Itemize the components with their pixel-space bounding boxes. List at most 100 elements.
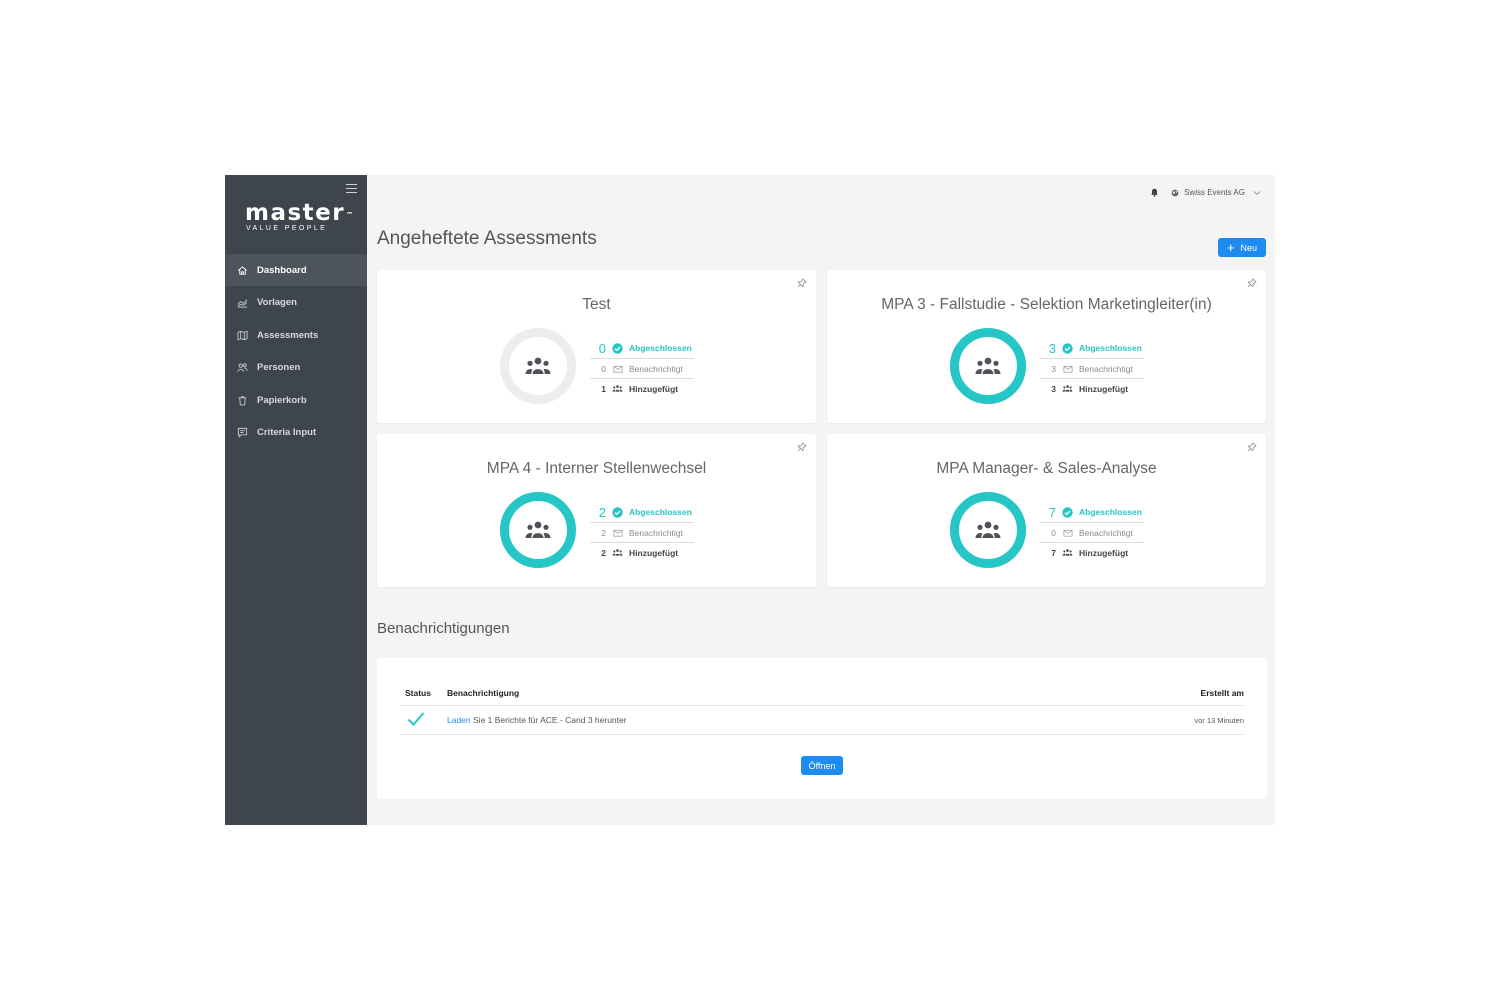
table-header-row: Status Benachrichtigung Erstellt am	[400, 681, 1244, 706]
group-small-icon	[1062, 547, 1073, 558]
added-label: Hinzugefügt	[1079, 383, 1129, 394]
notified-count: 2	[601, 527, 606, 538]
group-icon	[525, 357, 551, 374]
pin-icon[interactable]	[797, 442, 807, 452]
stat-added: 3 Hinzugefügt	[1040, 379, 1144, 398]
card-title[interactable]: MPA Manager- & Sales-Analyse	[827, 460, 1266, 478]
sidebar-item-label: Dashboard	[257, 264, 307, 276]
download-link[interactable]: Laden	[447, 715, 471, 725]
completed-count: 2	[598, 504, 606, 520]
sidebar-item-assessments[interactable]: Assessments	[225, 319, 367, 351]
plus-icon: +	[1226, 239, 1235, 255]
brand-logo[interactable]: master™ VALUE PEOPLE	[245, 201, 355, 232]
bell-icon[interactable]	[1150, 188, 1159, 197]
organization-name: Swiss Events AG	[1184, 188, 1245, 197]
completed-count: 7	[1048, 504, 1056, 520]
card-stats: 2 Abgeschlossen 2 Benachrichtigt 2 Hinzu…	[590, 502, 694, 562]
trash-icon	[238, 395, 247, 405]
notified-count: 3	[1051, 363, 1056, 374]
stat-notified: 0 Benachrichtigt	[590, 359, 694, 379]
stat-added: 2 Hinzugefügt	[590, 543, 694, 562]
check-circle-icon	[612, 506, 623, 518]
status-cell	[400, 705, 447, 735]
sidebar-item-vorlagen[interactable]: Vorlagen	[225, 287, 367, 319]
stat-notified: 2 Benachrichtigt	[590, 523, 694, 543]
added-label: Hinzugefügt	[1079, 547, 1129, 558]
added-count: 2	[601, 547, 606, 558]
group-icon	[975, 357, 1001, 374]
notified-label: Benachrichtigt	[1079, 363, 1133, 374]
message-icon	[237, 427, 248, 438]
group-icon	[525, 521, 551, 538]
created-cell: vor 13 Minuten	[1071, 705, 1244, 735]
pin-icon[interactable]	[1247, 278, 1257, 288]
table-row: Laden Sie 1 Berichte für ACE - Cand 3 he…	[400, 705, 1244, 735]
users-icon	[237, 363, 248, 372]
app-window: master™ VALUE PEOPLE Dashboard Vorlagen …	[225, 175, 1275, 825]
new-button-label: Neu	[1240, 242, 1258, 253]
sidebar: master™ VALUE PEOPLE Dashboard Vorlagen …	[225, 175, 367, 825]
checkmark-icon	[407, 712, 425, 726]
card-title[interactable]: Test	[377, 296, 816, 314]
sidebar-item-label: Assessments	[257, 329, 319, 341]
assessment-card[interactable]: MPA 4 - Interner Stellenwechsel 2 Abgesc…	[377, 434, 816, 587]
completed-label: Abgeschlossen	[1079, 507, 1142, 517]
stat-completed: 0 Abgeschlossen	[590, 338, 694, 359]
message-cell: Laden Sie 1 Berichte für ACE - Cand 3 he…	[447, 705, 1072, 735]
column-header-message: Benachrichtigung	[447, 681, 1072, 706]
sidebar-nav: Dashboard Vorlagen Assessments Personen …	[225, 254, 367, 449]
column-header-status: Status	[400, 681, 447, 706]
sidebar-item-dashboard[interactable]: Dashboard	[225, 254, 367, 286]
map-icon	[237, 330, 248, 340]
sidebar-item-label: Papierkorb	[257, 394, 307, 406]
added-count: 3	[1051, 383, 1056, 394]
notified-label: Benachrichtigt	[1079, 527, 1133, 538]
card-title[interactable]: MPA 3 - Fallstudie - Selektion Marketing…	[827, 296, 1266, 314]
completed-count: 0	[598, 340, 606, 356]
assessment-card[interactable]: MPA Manager- & Sales-Analyse 7 Abgeschlo…	[827, 434, 1266, 587]
completed-label: Abgeschlossen	[629, 343, 692, 353]
check-circle-icon	[1062, 342, 1073, 354]
home-icon	[238, 265, 247, 275]
sidebar-item-criteria-input[interactable]: Criteria Input	[225, 417, 367, 449]
progress-ring	[500, 492, 576, 568]
envelope-icon	[1062, 363, 1073, 374]
message-text: Sie 1 Berichte für ACE - Cand 3 herunter	[473, 715, 627, 725]
stat-added: 7 Hinzugefügt	[1040, 543, 1144, 562]
sidebar-item-label: Criteria Input	[257, 427, 317, 438]
organization-selector[interactable]: Swiss Events AG	[1171, 188, 1266, 197]
added-count: 1	[601, 383, 606, 394]
added-count: 7	[1051, 547, 1056, 558]
assessment-card[interactable]: Test 0 Abgeschlossen 0 Benachrichtigt 1 …	[377, 270, 816, 423]
sidebar-item-label: Personen	[257, 362, 301, 373]
hamburger-menu-icon[interactable]	[346, 184, 357, 193]
stat-completed: 3 Abgeschlossen	[1040, 338, 1144, 359]
notifications-title: Benachrichtigungen	[377, 620, 510, 637]
envelope-icon	[612, 363, 623, 374]
assessment-card[interactable]: MPA 3 - Fallstudie - Selektion Marketing…	[827, 270, 1266, 423]
sidebar-item-label: Vorlagen	[257, 297, 297, 308]
column-header-created: Erstellt am	[1071, 681, 1244, 706]
notifications-table: Status Benachrichtigung Erstellt am Lade…	[400, 681, 1244, 735]
notified-count: 0	[601, 363, 606, 374]
main-content: Swiss Events AG Angeheftete Assessments …	[367, 175, 1275, 825]
progress-ring	[950, 492, 1026, 568]
envelope-icon	[612, 527, 623, 538]
notified-label: Benachrichtigt	[629, 363, 683, 374]
added-label: Hinzugefügt	[629, 547, 679, 558]
card-title[interactable]: MPA 4 - Interner Stellenwechsel	[377, 460, 816, 478]
chevron-down-icon	[1253, 190, 1261, 195]
open-button[interactable]: Öffnen	[801, 756, 843, 775]
group-icon	[975, 521, 1001, 538]
group-small-icon	[1062, 383, 1073, 394]
added-label: Hinzugefügt	[629, 383, 679, 394]
notified-count: 0	[1051, 527, 1056, 538]
progress-ring	[950, 328, 1026, 404]
pin-icon[interactable]	[1247, 442, 1257, 452]
sidebar-item-personen[interactable]: Personen	[225, 352, 367, 384]
new-assessment-button[interactable]: + Neu	[1218, 238, 1266, 257]
notifications-panel: Status Benachrichtigung Erstellt am Lade…	[377, 658, 1267, 799]
page-title: Angeheftete Assessments	[377, 228, 597, 249]
pin-icon[interactable]	[797, 278, 807, 288]
sidebar-item-papierkorb[interactable]: Papierkorb	[225, 384, 367, 416]
